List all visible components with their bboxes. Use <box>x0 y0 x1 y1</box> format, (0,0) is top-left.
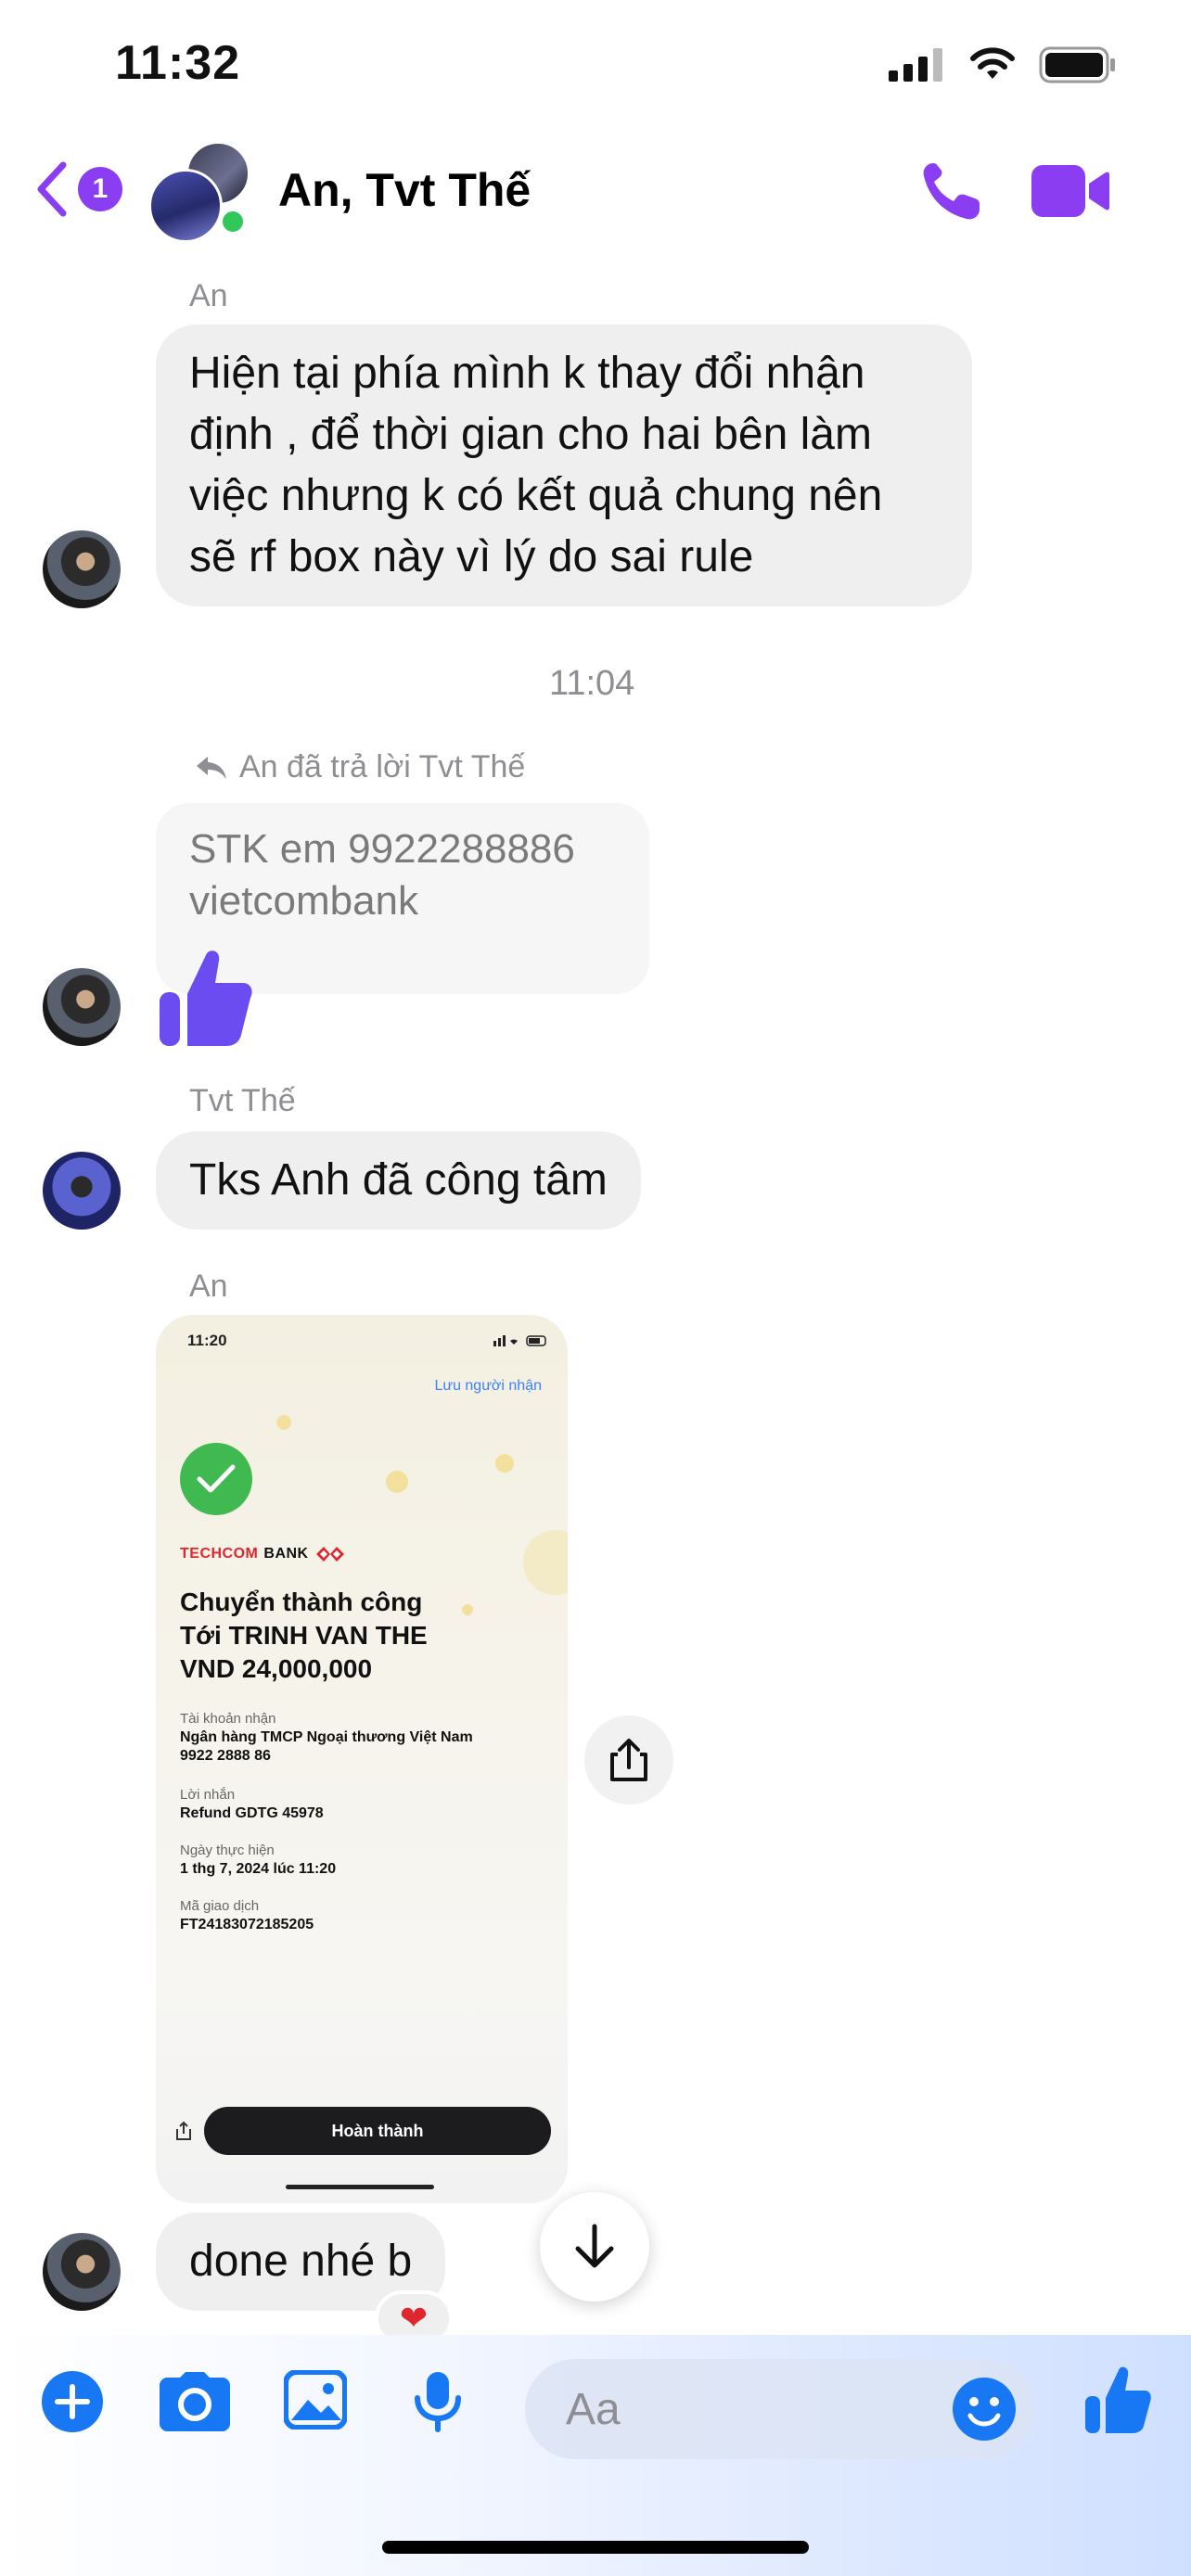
receipt-home-indicator <box>286 2185 434 2189</box>
add-button[interactable] <box>41 2370 104 2438</box>
message-bubble[interactable]: Hiện tại phía mình k thay đổi nhận định … <box>156 325 972 606</box>
battery-icon <box>1039 46 1115 83</box>
audio-call-button[interactable] <box>918 159 983 229</box>
plus-circle-icon <box>42 2371 103 2432</box>
bank-logo: TECHCOM BANK <box>180 1545 346 1563</box>
image-attachment[interactable]: 11:20 Lưu người nhận TECHCOM BANK Chuyển … <box>156 1315 568 2203</box>
status-icons <box>889 46 1117 83</box>
thumbs-up-icon <box>160 950 252 1046</box>
done-button: Hoàn thành <box>204 2107 551 2155</box>
voice-message-button[interactable] <box>412 2370 464 2438</box>
arrow-down-icon <box>575 2224 614 2268</box>
share-icon <box>610 1739 647 1781</box>
emoji-button[interactable] <box>952 2377 1017 2446</box>
video-camera-icon <box>1031 165 1109 217</box>
message-timestamp: 11:04 <box>549 664 635 703</box>
member-avatar <box>148 169 223 243</box>
transaction-id-field: Mã giao dịch FT24183072185205 <box>180 1898 314 1932</box>
avatar[interactable] <box>43 2233 121 2311</box>
microphone-icon <box>415 2372 461 2432</box>
transfer-headline: Chuyển thành công Tới TRINH VAN THE VND … <box>180 1588 428 1683</box>
group-avatar[interactable] <box>148 141 260 243</box>
message-bubble[interactable]: Tks Anh đã công tâm <box>156 1131 641 1230</box>
reply-arrow-icon <box>197 756 226 779</box>
save-recipient-link: Lưu người nhận <box>434 1378 542 1394</box>
image-icon <box>283 2369 348 2430</box>
thumbs-up-icon <box>1085 2366 1151 2433</box>
success-check-icon <box>180 1443 252 1515</box>
receipt-share-icon <box>176 2121 191 2140</box>
receipt-time: 11:20 <box>187 1332 227 1349</box>
avatar[interactable] <box>43 1152 121 1230</box>
bank-logo-mark-icon <box>315 1547 344 1562</box>
like-sticker[interactable] <box>158 946 254 1052</box>
note-field: Lời nhắn Refund GDTG 45978 <box>180 1787 324 1821</box>
phone-icon <box>923 163 980 220</box>
receipt-status-icons <box>493 1335 546 1346</box>
gallery-button[interactable] <box>283 2369 348 2434</box>
reply-label: An đã trả lời Tvt Thế <box>239 749 526 784</box>
status-time: 11:32 <box>115 36 241 90</box>
unread-count-badge: 1 <box>78 167 122 211</box>
sender-name: An <box>189 1269 228 1304</box>
camera-icon <box>160 2372 230 2431</box>
scroll-to-bottom-button[interactable] <box>540 2192 649 2302</box>
sender-name: Tvt Thế <box>189 1083 296 1118</box>
camera-button[interactable] <box>160 2370 230 2436</box>
smiley-icon <box>953 2378 1016 2441</box>
back-button[interactable]: 1 <box>33 159 122 219</box>
message-input-placeholder: Aa <box>566 2384 621 2434</box>
account-field: Tài khoản nhận Ngân hàng TMCP Ngoại thươ… <box>180 1711 473 1764</box>
reply-indicator: An đã trả lời Tvt Thế <box>195 749 525 785</box>
chat-title[interactable]: An, Tvt Thế <box>278 163 531 217</box>
home-indicator <box>382 2541 809 2554</box>
avatar[interactable] <box>43 968 121 1046</box>
sender-name: An <box>189 278 228 313</box>
date-field: Ngày thực hiện 1 thg 7, 2024 lúc 11:20 <box>180 1843 337 1877</box>
share-button[interactable] <box>584 1715 673 1804</box>
online-status-dot <box>219 208 247 236</box>
video-call-button[interactable] <box>1031 165 1109 222</box>
wifi-icon <box>970 47 1015 79</box>
chevron-left-icon <box>37 161 67 217</box>
cellular-signal-icon <box>889 48 942 82</box>
avatar[interactable] <box>43 530 121 608</box>
like-button[interactable] <box>1085 2365 1152 2438</box>
